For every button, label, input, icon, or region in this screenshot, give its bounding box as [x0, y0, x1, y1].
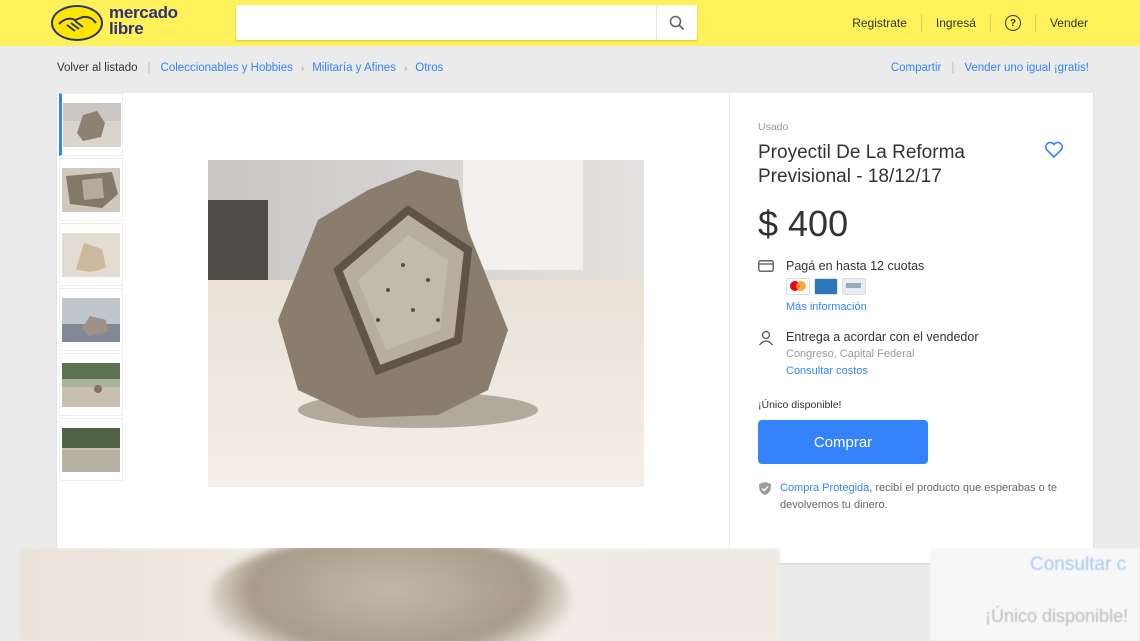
logo-text-line2: libre — [109, 19, 144, 38]
mastercard-icon — [786, 278, 810, 295]
thumbnail-6[interactable] — [59, 418, 123, 481]
blurred-overlay: Consultar c ¡Único disponible! — [0, 548, 1140, 641]
thumbnail-5[interactable] — [59, 353, 123, 416]
thumbnail-1[interactable] — [59, 93, 123, 156]
amex-icon — [814, 278, 838, 295]
thumbnail-image — [63, 102, 121, 147]
product-card: Usado Proyectil De La Reforma Previsiona… — [57, 93, 1093, 563]
seller-location: Congreso, Capital Federal — [786, 348, 915, 360]
register-link[interactable]: Registrate — [838, 16, 921, 30]
breadcrumb: Volver al listado | Coleccionables y Hob… — [57, 62, 443, 74]
search-button[interactable] — [656, 5, 697, 40]
thumbnail-3[interactable] — [59, 223, 123, 286]
search-bar — [236, 5, 697, 40]
thumbnail-image — [62, 232, 120, 277]
credit-card-icon — [758, 260, 774, 272]
protected-purchase-link[interactable]: Compra Protegida — [780, 482, 869, 494]
mercadolibre-logo[interactable]: mercado libre — [51, 3, 201, 43]
chevron-right-icon: › — [403, 62, 408, 74]
share-link[interactable]: Compartir — [891, 62, 941, 74]
breadcrumb-divider: | — [951, 62, 955, 74]
top-header: mercado libre Registrate Ingresá ? Vende… — [0, 0, 1140, 46]
more-info-link[interactable]: Más información — [786, 301, 867, 313]
blurred-stock-text: ¡Único disponible! — [985, 606, 1129, 626]
thumbnail-image — [62, 297, 120, 342]
breadcrumb-item-others[interactable]: Otros — [415, 62, 443, 74]
breadcrumb-actions: Compartir | Vender uno igual ¡gratis! — [891, 62, 1089, 74]
thumbnail-4[interactable] — [59, 288, 123, 351]
heart-icon[interactable] — [1044, 141, 1064, 159]
card-icon — [842, 278, 866, 295]
condition-label: Usado — [758, 121, 789, 133]
breadcrumb-item-military[interactable]: Militaría y Afines — [312, 62, 396, 74]
blurred-rock-image — [210, 548, 570, 641]
chevron-right-icon: › — [300, 62, 305, 74]
back-to-list-link[interactable]: Volver al listado — [57, 62, 138, 74]
blurred-button-text: Consultar c — [1030, 554, 1127, 575]
stock-label: ¡Único disponible! — [758, 399, 842, 411]
column-divider — [729, 93, 730, 553]
check-costs-link[interactable]: Consultar costos — [786, 365, 868, 377]
user-icon — [758, 330, 774, 346]
help-icon: ? — [1004, 15, 1021, 31]
product-title: Proyectil De La Reforma Previsional - 18… — [758, 142, 965, 187]
main-product-image[interactable] — [208, 160, 644, 487]
thumbnail-image — [62, 167, 120, 212]
rock-photo — [208, 160, 644, 487]
thumbnail-image — [62, 362, 120, 407]
thumbnail-2[interactable] — [59, 158, 123, 221]
help-link[interactable]: ? — [991, 15, 1035, 31]
thumbnail-image — [62, 427, 120, 472]
breadcrumb-item-collectibles[interactable]: Coleccionables y Hobbies — [161, 62, 293, 74]
sell-same-link[interactable]: Vender uno igual ¡gratis! — [964, 62, 1089, 74]
buy-button[interactable]: Comprar — [758, 420, 928, 464]
handshake-icon — [51, 5, 103, 41]
shield-icon — [759, 482, 771, 495]
breadcrumb-divider: | — [147, 62, 151, 74]
sell-link[interactable]: Vender — [1036, 16, 1140, 30]
header-nav: Registrate Ingresá ? Vender — [838, 0, 1140, 46]
search-input[interactable] — [236, 5, 656, 40]
payment-methods — [786, 278, 866, 295]
login-link[interactable]: Ingresá — [922, 16, 990, 30]
product-price: $ 400 — [758, 203, 849, 244]
installments-text: Pagá en hasta 12 cuotas — [786, 259, 925, 273]
search-icon — [669, 15, 685, 30]
delivery-text: Entrega a acordar con el vendedor — [786, 330, 979, 344]
